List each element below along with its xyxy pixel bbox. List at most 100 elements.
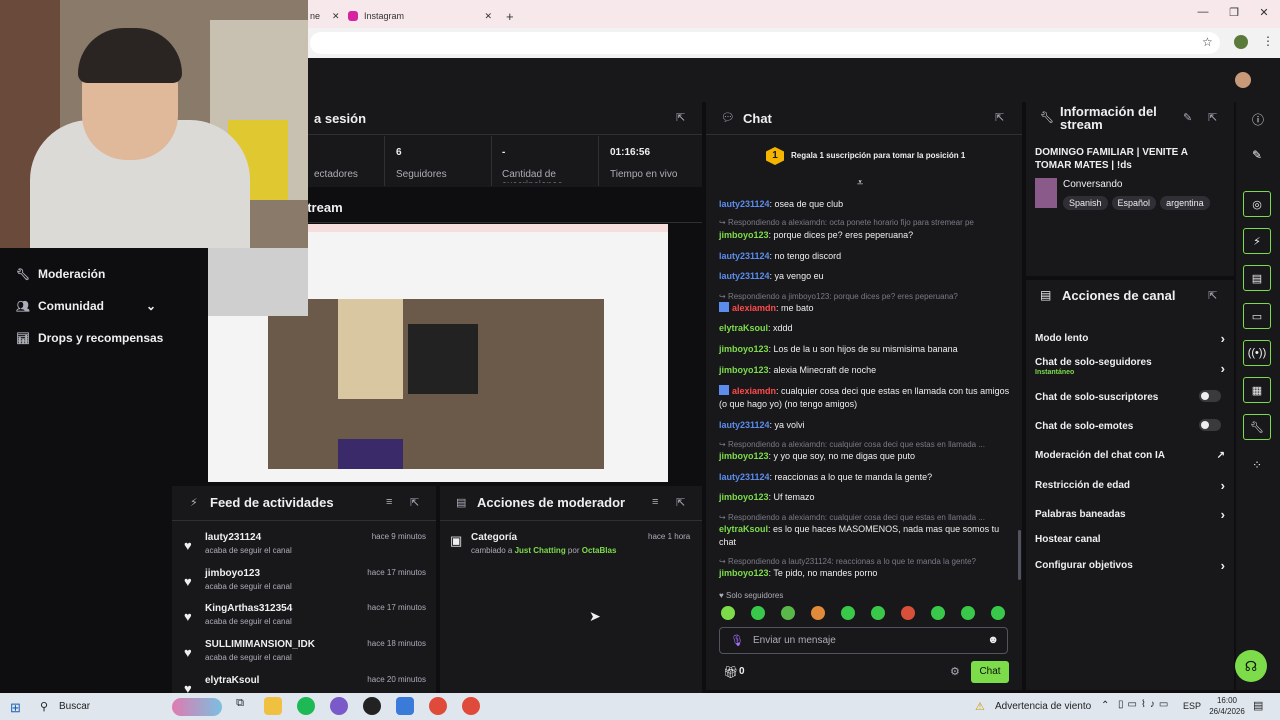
windows-start-icon[interactable]: ⊞ <box>10 700 21 716</box>
chat-username[interactable]: jimboyo123 <box>719 492 769 502</box>
feed-item[interactable]: ♥ jimboyo123 acaba de seguir el canal ha… <box>184 568 430 602</box>
rail-actions-button[interactable]: ▦ <box>1243 377 1271 403</box>
chat-username[interactable]: jimboyo123 <box>719 451 769 461</box>
popout-icon[interactable]: ⇱ <box>1208 111 1217 124</box>
browser-tab-instagram[interactable]: Instagram ✕ <box>348 4 496 28</box>
emote-icon[interactable] <box>781 606 795 620</box>
category-link[interactable]: Just Chatting <box>515 546 566 555</box>
emote-icon[interactable] <box>751 606 765 620</box>
emote-icon[interactable] <box>811 606 825 620</box>
weather-text[interactable]: Advertencia de viento <box>995 701 1091 712</box>
action-banned-words[interactable]: Palabras baneadas › <box>1035 507 1225 522</box>
close-window-icon[interactable]: ✕ <box>1257 6 1271 19</box>
popout-icon[interactable]: ⇱ <box>1208 289 1217 302</box>
tag[interactable]: argentina <box>1160 196 1210 210</box>
language-indicator[interactable]: ESP <box>1183 701 1201 711</box>
popout-icon[interactable]: ⇱ <box>995 111 1004 124</box>
user-avatar[interactable] <box>1235 72 1251 88</box>
clock-date[interactable]: 26/4/2026 <box>1204 707 1250 716</box>
filter-icon[interactable]: ≡ <box>386 496 392 508</box>
close-icon[interactable]: ✕ <box>332 11 340 22</box>
send-chat-button[interactable]: Chat <box>971 661 1009 683</box>
chat-username[interactable]: lauty231124 <box>719 199 770 209</box>
rail-chat-button[interactable]: ▭ <box>1243 303 1271 329</box>
notification-icon[interactable]: ▤ <box>1253 699 1263 712</box>
chrome-icon[interactable] <box>462 697 480 715</box>
discord-icon[interactable] <box>330 697 348 715</box>
collapse-icon[interactable]: ⩡ <box>857 177 863 190</box>
bookmark-star-icon[interactable]: ☆ <box>1202 35 1213 49</box>
chat-username[interactable]: alexiamdn <box>732 303 776 313</box>
chat-username[interactable]: lauty231124 <box>719 271 770 281</box>
emote-icon[interactable] <box>931 606 945 620</box>
app-icon[interactable] <box>396 697 414 715</box>
action-subs-only[interactable]: Chat de solo-suscriptores <box>1035 390 1225 403</box>
chat-scrollbar[interactable] <box>1018 530 1021 580</box>
profile-avatar[interactable] <box>1234 35 1248 49</box>
microphone-icon[interactable]: 🎙︎ <box>730 634 744 647</box>
rail-log-button[interactable]: ▤ <box>1243 265 1271 291</box>
rail-bolt-button[interactable]: ⚡︎ <box>1243 228 1271 254</box>
search-icon[interactable]: ⚲ <box>40 700 48 713</box>
rail-broadcast-button[interactable]: ((•)) <box>1243 340 1271 366</box>
user-link[interactable]: OctaBlas <box>582 546 617 555</box>
taskbar-search[interactable]: Buscar <box>59 701 90 712</box>
rail-camera-button[interactable]: ◎ <box>1243 191 1271 217</box>
toggle-switch[interactable] <box>1199 390 1221 402</box>
file-explorer-icon[interactable] <box>264 697 282 715</box>
close-icon[interactable]: ✕ <box>484 11 492 22</box>
tag[interactable]: Spanish <box>1063 196 1108 210</box>
gear-icon[interactable]: ⚙ <box>950 665 960 678</box>
filter-icon[interactable]: ≡ <box>652 496 658 508</box>
obs-icon[interactable] <box>363 697 381 715</box>
chat-username[interactable]: jimboyo123 <box>719 365 769 375</box>
emote-icon[interactable] <box>721 606 735 620</box>
help-button[interactable]: ☊ <box>1235 650 1267 682</box>
clock-time[interactable]: 16:00 <box>1214 696 1240 705</box>
edit-pencil-icon[interactable]: ✎ <box>1252 148 1262 162</box>
toggle-switch[interactable] <box>1199 419 1221 431</box>
emote-icon[interactable] <box>841 606 855 620</box>
task-view-icon[interactable]: ⧉ <box>231 697 249 715</box>
chat-input[interactable]: 🎙︎ Enviar un mensaje ☻ <box>719 627 1008 654</box>
chat-username[interactable]: jimboyo123 <box>719 568 769 578</box>
browser-tab[interactable]: ne ✕ <box>310 4 340 28</box>
chat-username[interactable]: jimboyo123 <box>719 344 769 354</box>
restore-icon[interactable]: ❐ <box>1227 6 1241 19</box>
action-ai-moderation[interactable]: Moderación del chat con IA ↗ <box>1035 450 1225 461</box>
nav-drops[interactable]: 📊︎ Drops y recompensas <box>16 331 163 345</box>
add-widget-icon[interactable]: ⁘ <box>1252 458 1262 472</box>
action-slow-mode[interactable]: Modo lento › <box>1035 331 1225 346</box>
address-field[interactable] <box>310 32 1220 54</box>
emote-picker-icon[interactable]: ☻ <box>987 634 999 646</box>
feed-item[interactable]: ♥ elytraKsoul hace 20 minutos <box>184 675 430 693</box>
chat-username[interactable]: alexiamdn <box>732 386 776 396</box>
chat-username[interactable]: lauty231124 <box>719 420 770 430</box>
spotify-icon[interactable] <box>297 697 315 715</box>
action-followers-only[interactable]: Chat de solo-seguidores Instantáneo › <box>1035 357 1225 376</box>
info-icon[interactable]: ⓘ <box>1252 111 1264 128</box>
action-host-channel[interactable]: Hostear canal <box>1035 534 1225 545</box>
tray-chevron-icon[interactable]: ⌃ <box>1101 700 1109 711</box>
action-goals[interactable]: Configurar objetivos › <box>1035 558 1225 573</box>
popout-icon[interactable]: ⇱ <box>676 111 685 124</box>
chat-username[interactable]: elytraKsoul <box>719 524 768 534</box>
rail-wrench-button[interactable]: 🔧︎ <box>1243 414 1271 440</box>
emote-icon[interactable] <box>901 606 915 620</box>
gift-leaderboard-text[interactable]: Regala 1 suscripción para tomar la posic… <box>791 151 965 160</box>
popout-icon[interactable]: ⇱ <box>676 496 685 509</box>
tag[interactable]: Español <box>1111 196 1157 210</box>
system-tray-icons[interactable]: ▯▭⌇♪▭ <box>1118 699 1172 710</box>
minimize-icon[interactable]: — <box>1196 6 1210 18</box>
stream-video[interactable] <box>208 224 668 482</box>
chat-username[interactable]: elytraKsoul <box>719 323 768 333</box>
nav-comunidad[interactable]: 👥︎ Comunidad ⌄ <box>16 299 156 313</box>
feed-item[interactable]: ♥ lauty231124 acaba de seguir el canal h… <box>184 532 430 566</box>
action-age-restriction[interactable]: Restricción de edad › <box>1035 478 1225 493</box>
channel-points-icon[interactable]: 🎁︎ <box>723 665 738 679</box>
chat-username[interactable]: lauty231124 <box>719 472 770 482</box>
chat-username[interactable]: lauty231124 <box>719 251 770 261</box>
menu-icon[interactable]: ⋮ <box>1262 34 1274 48</box>
nav-moderacion[interactable]: 🔧︎ Moderación <box>16 267 105 281</box>
edit-pencil-icon[interactable]: ✎ <box>1183 111 1192 124</box>
